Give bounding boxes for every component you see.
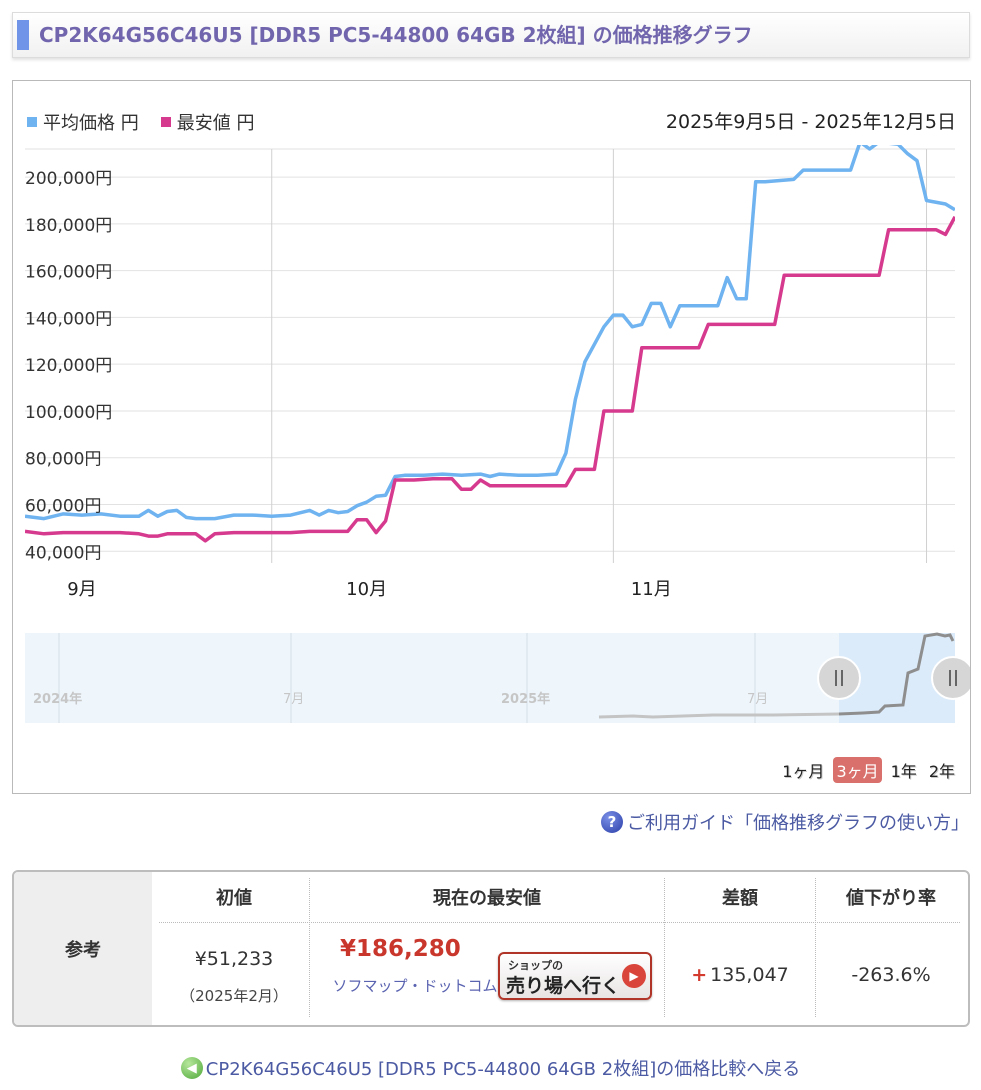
navigator-background [25, 633, 955, 723]
difference-value: 135,047 [710, 964, 789, 986]
usage-guide-link-text[interactable]: ご利用ガイド「価格推移グラフの使い方」 [627, 809, 969, 835]
chart-series [25, 145, 955, 543]
help-question-icon: ? [601, 811, 623, 833]
chart-navigator[interactable]: 2024年 7月 2025年 7月 [25, 632, 970, 723]
current-lowest-price: ¥186,280 [340, 936, 461, 962]
price-history-chart: 平均価格 円 最安値 円 2025年9月5日 - 2025年12月5日 40,0… [12, 80, 971, 794]
chart-axes: 40,000円 60,000円 80,000円 100,000円 120,000円 140… [25, 169, 672, 600]
difference-header: 差額 [722, 888, 758, 909]
navigator-handle-right[interactable] [931, 656, 970, 700]
x-tick-label: 9月 [67, 579, 96, 600]
drop-rate-column: 値下がり率 -263.6% [816, 872, 966, 1025]
x-tick-label: 11月 [631, 579, 672, 600]
difference-value-wrap: +135,047 [665, 964, 815, 986]
y-tick-label: 60,000円 [25, 497, 101, 517]
y-tick-label: 180,000円 [25, 216, 112, 236]
difference-column: 差額 +135,047 [665, 872, 815, 1025]
range-button-1m[interactable]: 1ヶ月 [779, 757, 827, 783]
y-tick-label: 80,000円 [25, 450, 101, 470]
navigator-tick-label: 7月 [747, 692, 768, 707]
x-tick-label: 10月 [346, 579, 387, 600]
series-line-average [25, 145, 955, 521]
back-arrow-icon: ◀ [180, 1057, 203, 1079]
range-button-1y[interactable]: 1年 [888, 757, 920, 783]
y-tick-label: 140,000円 [25, 309, 112, 329]
initial-price-date: （2025年2月） [180, 987, 288, 1005]
chart-grid [25, 148, 955, 563]
shop-name-link[interactable]: ソフマップ・ドットコム [320, 976, 510, 996]
range-button-3m[interactable]: 3ヶ月 [833, 757, 882, 783]
range-selector: 1ヶ月 3ヶ月 1年 2年 [773, 757, 958, 783]
y-tick-label: 40,000円 [25, 543, 101, 563]
reference-price-table: 参考 初値 ¥51,233 （2025年2月） 現在の最安値 ¥186,280 … [12, 870, 970, 1027]
page-title-bar: CP2K64G56C46U5 [DDR5 PC5-44800 64GB 2枚組]… [12, 12, 970, 58]
difference-plus-sign: + [691, 964, 708, 986]
reference-row-label: 参考 [14, 872, 152, 1025]
navigator-tick-label: 2025年 [501, 691, 550, 707]
navigator-tick-label: 7月 [283, 692, 304, 707]
y-tick-label: 160,000円 [25, 263, 112, 283]
initial-price-column: 初値 ¥51,233 （2025年2月） [159, 872, 309, 1025]
back-to-comparison-link[interactable]: ◀ CP2K64G56C46U5 [DDR5 PC5-44800 64GB 2枚… [0, 1055, 981, 1081]
y-tick-label: 200,000円 [25, 169, 112, 189]
initial-price-value: ¥51,233 [194, 948, 274, 970]
drop-rate-value: -263.6% [851, 964, 931, 986]
back-to-comparison-text[interactable]: CP2K64G56C46U5 [DDR5 PC5-44800 64GB 2枚組]… [206, 1055, 800, 1081]
go-to-shop-button[interactable]: ショップの 売り場へ行く ▶ [498, 952, 652, 1000]
series-line-lowest [25, 215, 955, 543]
navigator-tick-label: 2024年 [33, 691, 82, 707]
y-tick-label: 100,000円 [25, 403, 112, 423]
play-arrow-icon: ▶ [622, 964, 646, 988]
initial-price-header: 初値 [216, 888, 252, 909]
title-accent-mark [17, 20, 29, 50]
current-lowest-column: 現在の最安値 ¥186,280 ソフマップ・ドットコム ショップの 売り場へ行く… [310, 872, 664, 1025]
page-title: CP2K64G56C46U5 [DDR5 PC5-44800 64GB 2枚組]… [39, 23, 753, 47]
usage-guide-link[interactable]: ? ご利用ガイド「価格推移グラフの使い方」 [601, 809, 969, 835]
navigator-handle-left[interactable] [817, 656, 861, 700]
y-tick-label: 120,000円 [25, 356, 112, 376]
range-button-2y[interactable]: 2年 [926, 757, 958, 783]
shop-button-label: 売り場へ行く [506, 975, 621, 997]
current-lowest-header: 現在の最安値 [433, 888, 541, 909]
drop-rate-header: 値下がり率 [846, 888, 936, 909]
chart-svg: 40,000円 60,000円 80,000円 100,000円 120,000円 140… [25, 145, 970, 723]
